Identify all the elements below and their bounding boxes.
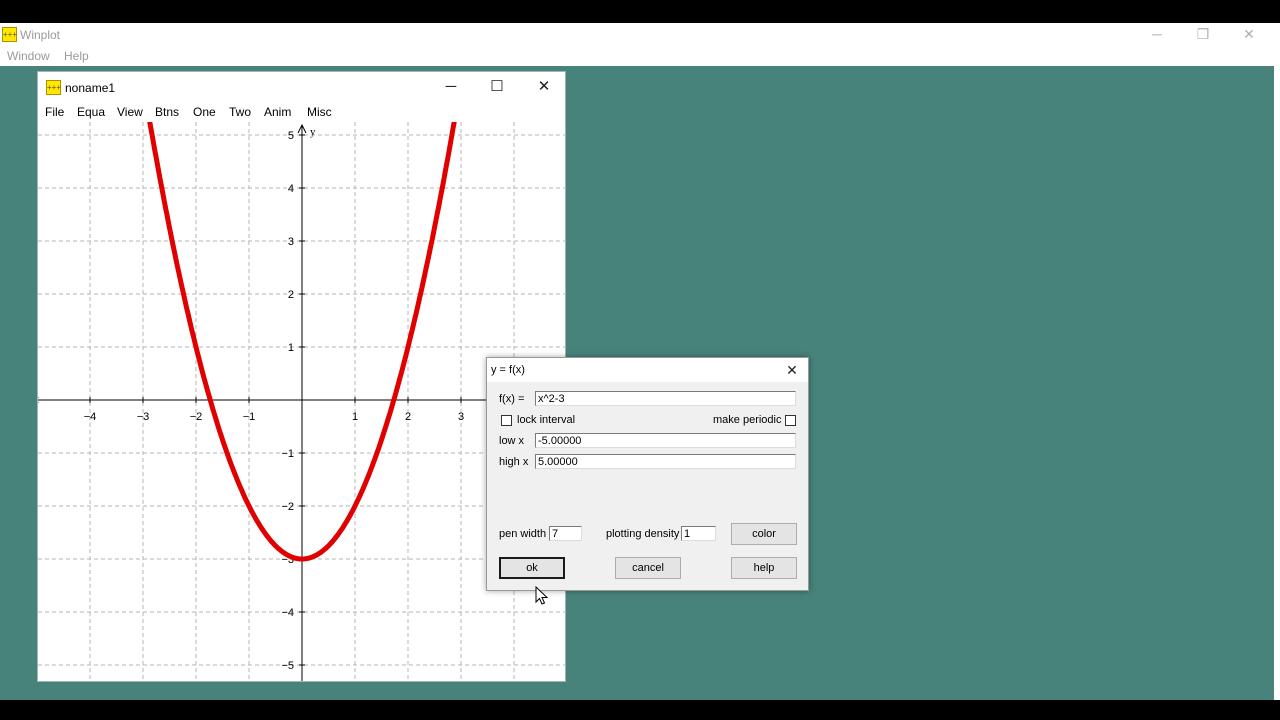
x-tick-label: −2	[190, 411, 203, 423]
graph-close-icon[interactable]: ✕	[530, 78, 558, 96]
mdi-right-edge	[1274, 66, 1280, 700]
ok-button[interactable]: ok	[499, 557, 565, 579]
make-periodic-checkbox[interactable]	[785, 415, 796, 426]
desktop-screen: +++ Winplot ─ ❐ ✕ Window Help +++ noname…	[0, 23, 1280, 700]
mouse-cursor-icon	[535, 586, 549, 605]
x-tick-label: −3	[137, 411, 150, 423]
dialog-close-icon[interactable]: ✕	[782, 361, 802, 379]
graph-window-title: noname1	[65, 81, 116, 95]
x-tick-label: 1	[352, 411, 358, 423]
graph-minimize-icon[interactable]: ─	[437, 78, 465, 96]
menu-view[interactable]: View	[117, 105, 143, 119]
high-x-input[interactable]	[535, 454, 796, 469]
menu-anim[interactable]: Anim	[264, 105, 291, 119]
app-menubar: Window Help	[0, 45, 1280, 65]
help-button[interactable]: help	[731, 557, 797, 579]
y-tick-label: −2	[281, 501, 294, 513]
dialog-title: y = f(x)	[491, 364, 525, 376]
app-titlebar: +++ Winplot ─ ❐ ✕	[0, 23, 1280, 45]
fx-input[interactable]	[535, 391, 796, 406]
graph-window-titlebar[interactable]: +++ noname1 ─ ☐ ✕	[38, 72, 565, 102]
menu-help[interactable]: Help	[64, 49, 89, 63]
dialog-titlebar[interactable]: y = f(x) ✕	[487, 358, 808, 382]
pen-width-input[interactable]	[549, 526, 582, 541]
menu-two[interactable]: Two	[229, 105, 251, 119]
menu-file[interactable]: File	[45, 105, 64, 119]
fx-label: f(x) =	[499, 393, 525, 405]
menu-window[interactable]: Window	[7, 49, 50, 63]
color-button[interactable]: color	[731, 523, 797, 545]
y-tick-label: −4	[281, 607, 294, 619]
app-close-icon[interactable]: ✕	[1234, 25, 1264, 43]
cancel-button[interactable]: cancel	[615, 557, 681, 579]
low-x-input[interactable]	[535, 433, 796, 448]
y-tick-label: 1	[288, 342, 294, 354]
x-tick-label: 3	[458, 411, 464, 423]
menu-equa[interactable]: Equa	[77, 105, 105, 119]
app-title: Winplot	[20, 28, 61, 42]
lock-interval-checkbox[interactable]	[501, 415, 512, 426]
y-tick-label: 5	[288, 130, 294, 142]
plotting-density-input[interactable]	[681, 526, 716, 541]
low-x-label: low x	[499, 435, 525, 447]
y-tick-label: −1	[281, 448, 294, 460]
x-tick-label: 2	[405, 411, 411, 423]
graph-window-icon: +++	[46, 80, 61, 95]
high-x-label: high x	[499, 456, 529, 468]
y-tick-label: 2	[288, 289, 294, 301]
y-tick-label: 4	[288, 183, 294, 195]
menu-btns[interactable]: Btns	[155, 105, 179, 119]
y-tick-label: 3	[288, 236, 294, 248]
function-dialog: y = f(x) ✕ f(x) = lock interval make per…	[486, 357, 809, 591]
plotting-density-label: plotting density	[606, 528, 680, 540]
x-tick-label: −4	[84, 411, 97, 423]
app-minimize-icon[interactable]: ─	[1142, 25, 1172, 43]
menu-one[interactable]: One	[193, 105, 216, 119]
app-restore-icon[interactable]: ❐	[1188, 25, 1218, 43]
menu-misc[interactable]: Misc	[307, 105, 332, 119]
graph-menubar: File Equa View Btns One Two Anim Misc	[38, 102, 565, 122]
y-axis-label: y	[310, 126, 316, 138]
x-tick-label: −1	[243, 411, 256, 423]
winplot-app-icon: +++	[2, 27, 17, 42]
lock-interval-label: lock interval	[517, 414, 576, 426]
y-tick-label: −5	[281, 660, 294, 672]
pen-width-label: pen width	[499, 528, 547, 540]
graph-maximize-icon[interactable]: ☐	[483, 78, 511, 96]
make-periodic-label: make periodic	[713, 414, 782, 426]
